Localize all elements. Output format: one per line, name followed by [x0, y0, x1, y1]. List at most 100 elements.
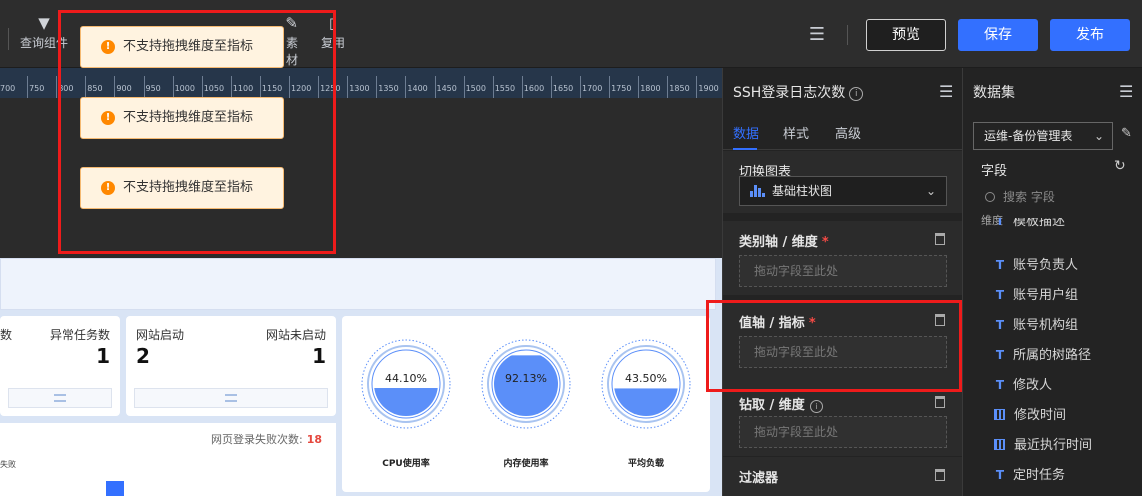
- category-axis-section: 类别轴 / 维度 * 拖动字段至此处: [723, 221, 963, 295]
- tab-underline: [733, 148, 757, 150]
- ruler-mark: [550, 76, 552, 98]
- trash-icon[interactable]: [935, 233, 945, 245]
- field-item[interactable]: T 账号负责人: [993, 254, 1078, 273]
- field-search-input[interactable]: 搜索 字段: [985, 188, 1055, 205]
- required-mark: *: [821, 235, 829, 250]
- category-drop-zone[interactable]: 拖动字段至此处: [739, 255, 947, 287]
- chart-type-select[interactable]: 基础柱状图 ⌄: [739, 176, 947, 206]
- card-value: 2: [136, 344, 150, 368]
- text-type-icon: T: [995, 468, 1005, 482]
- ruler-tick-label: 750: [29, 84, 45, 93]
- ruler-tick-label: 1800: [640, 84, 661, 93]
- field-name: 修改人: [1013, 378, 1053, 393]
- collapse-icon[interactable]: ☰: [939, 82, 953, 101]
- drill-drop-zone[interactable]: 拖动字段至此处: [739, 416, 947, 448]
- trash-icon[interactable]: [935, 469, 945, 481]
- card-label: 网站启动: [136, 328, 185, 342]
- highlight-box: [58, 10, 336, 254]
- field-item[interactable]: T 模板描述: [993, 218, 1065, 230]
- refresh-icon[interactable]: ↻: [1114, 158, 1126, 174]
- tab-style[interactable]: 样式: [783, 123, 809, 142]
- text-type-icon: T: [995, 218, 1005, 228]
- info-icon[interactable]: i: [849, 87, 864, 101]
- task-card[interactable]: 数 异常任务数 1: [0, 316, 120, 416]
- section-title: 钻取 / 维度 i: [739, 394, 823, 413]
- trash-icon[interactable]: [935, 396, 945, 408]
- chevron-down-icon: ⌄: [1093, 129, 1104, 143]
- dashboard-header: [0, 258, 716, 310]
- info-icon[interactable]: i: [809, 400, 823, 413]
- ruler-mark: [492, 76, 494, 98]
- gauge-0: 44.10%: [361, 339, 451, 429]
- section-title: 类别轴 / 维度 *: [739, 231, 829, 250]
- ruler-tick-label: 1400: [407, 84, 428, 93]
- field-item[interactable]: 最近执行时间: [993, 434, 1092, 453]
- field-name: 模板描述: [1013, 218, 1066, 229]
- gauge-value: 44.10%: [385, 372, 427, 385]
- toolbar-right-divider: [847, 25, 848, 45]
- field-name: 修改时间: [1014, 408, 1067, 423]
- gauge-2: 43.50%: [601, 339, 691, 429]
- field-item[interactable]: T 所属的树路径: [993, 344, 1091, 363]
- chart-title: 网页登录失败次数: 18: [211, 431, 322, 447]
- dataset-select[interactable]: 运维-备份管理表 ⌄: [973, 122, 1113, 150]
- edit-icon[interactable]: ✎: [1121, 126, 1132, 141]
- ruler-mark: [434, 76, 436, 98]
- tab-data[interactable]: 数据: [733, 123, 759, 142]
- field-name: 最近执行时间: [1014, 438, 1093, 453]
- ruler-mark: [405, 76, 407, 98]
- chart-bar: [106, 481, 124, 496]
- ruler-tick-label: 1650: [552, 84, 574, 93]
- gauge-value: 92.13%: [505, 372, 547, 385]
- chart-type-value: 基础柱状图: [772, 184, 833, 198]
- card-value: 1: [312, 344, 326, 368]
- save-button[interactable]: 保存: [958, 19, 1038, 51]
- ruler-tick-label: 1900: [698, 84, 719, 93]
- bar-chart-icon: [750, 185, 766, 197]
- drill-section: 钻取 / 维度 i 拖动字段至此处: [723, 384, 963, 456]
- field-name: 定时任务: [1013, 468, 1066, 483]
- gauge-label: 内存使用率: [503, 459, 549, 469]
- field-item[interactable]: T 账号用户组: [993, 284, 1078, 303]
- ruler-tick-label: 1350: [378, 84, 399, 93]
- login-fail-chart[interactable]: 网页登录失败次数: 18 失败: [0, 423, 336, 496]
- preview-button[interactable]: 预览: [866, 19, 946, 51]
- bi-editor: ▼ 查询组件 ✎ 素材 ▯ 复用 ☰ 预览 保存 发布 700 750 800 850…: [0, 0, 1142, 496]
- collapse-icon[interactable]: ☰: [1119, 82, 1133, 101]
- search-placeholder: 搜索 字段: [1003, 190, 1055, 204]
- chart-title-text: 网页登录失败次数:: [210, 433, 303, 446]
- publish-button[interactable]: 发布: [1050, 19, 1130, 51]
- panel-tabs: 数据 样式 高级: [723, 118, 963, 150]
- ruler-tick-label: 700: [0, 84, 16, 93]
- tab-advanced[interactable]: 高级: [835, 123, 861, 142]
- card-mini-chart: [134, 388, 328, 408]
- text-type-icon: T: [995, 258, 1005, 272]
- calendar-icon: [994, 409, 1005, 420]
- gauge-label: CPU使用率: [382, 459, 430, 469]
- field-name: 账号机构组: [1013, 318, 1079, 333]
- settings-sliders-icon[interactable]: ☰: [805, 23, 829, 47]
- gauge-value: 43.50%: [625, 372, 667, 385]
- text-type-icon: T: [995, 378, 1005, 392]
- gauge-1: 92.13%: [481, 339, 571, 429]
- field-item[interactable]: 修改时间: [993, 404, 1066, 423]
- search-icon: [985, 192, 995, 202]
- ruler-mark: [580, 76, 581, 98]
- fields-label: 字段: [981, 164, 1008, 179]
- website-card[interactable]: 网站启动 网站未启动 2 1: [126, 316, 336, 416]
- card-label: 网站未启动: [265, 328, 326, 342]
- gauge-label: 平均负载: [627, 459, 664, 469]
- ruler-mark: [696, 76, 698, 98]
- chevron-down-icon: ⌄: [925, 184, 936, 198]
- field-item[interactable]: T 账号机构组: [993, 314, 1078, 333]
- ruler-mark: [347, 76, 349, 98]
- ruler-tick-label: 1300: [349, 84, 370, 93]
- field-item[interactable]: T 定时任务: [993, 464, 1065, 483]
- section-title: 过滤器: [739, 471, 779, 486]
- text-type-icon: T: [995, 318, 1005, 332]
- field-item[interactable]: T 修改人: [993, 374, 1052, 393]
- field-name: 账号负责人: [1013, 258, 1079, 273]
- gauge-card[interactable]: 44.10% CPU使用率 92.13% 内存使用率 43.50% 平均负载: [342, 316, 710, 492]
- card-mini-chart: [8, 388, 112, 408]
- chart-title-value: 18: [306, 433, 322, 446]
